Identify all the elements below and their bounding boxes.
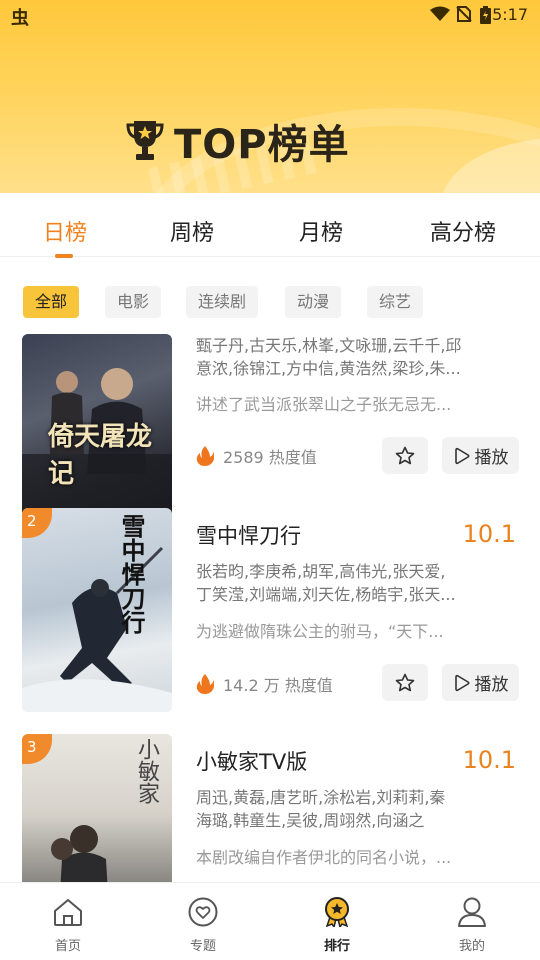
status-bar: 虫 5:17 — [0, 0, 540, 30]
category-filters: 全部 电影 连续剧 动漫 综艺 — [0, 282, 540, 324]
heat-text: 14.2 万 热度值 — [223, 676, 333, 695]
poster-title-art: 小敏家 — [134, 738, 159, 804]
cast-line: 丁笑滢,刘端端,刘天佐,杨皓宇,张天... — [196, 585, 456, 604]
filter-variety[interactable]: 综艺 — [367, 286, 424, 318]
filter-anime[interactable]: 动漫 — [285, 286, 342, 318]
list-item[interactable]: 雪中悍刀行 2 雪中悍刀行 10.1 张若昀,李庚希,胡军,高伟光,张天爱, 丁… — [0, 508, 540, 718]
cast-line: 周迅,黄磊,唐艺昕,涂松岩,刘莉莉,秦 — [196, 788, 446, 807]
ranking-list: 倚天屠龙记 甄子丹,古天乐,林峯,文咏珊,云千千,邱 意浓,徐锦江,方中信,黄浩… — [0, 330, 540, 882]
nav-home[interactable]: 首页 — [33, 897, 103, 954]
heat-value: 2589 热度值 — [196, 444, 317, 468]
home-icon — [54, 899, 82, 926]
user-icon — [458, 897, 486, 927]
heat-text: 2589 热度值 — [223, 448, 317, 467]
play-button[interactable]: 播放 — [442, 437, 519, 474]
description: 为逃避做隋珠公主的驸马，“天下... — [196, 622, 444, 641]
score: 10.1 — [462, 520, 516, 548]
title-text: TOP榜单 — [174, 122, 350, 168]
cast-line: 甄子丹,古天乐,林峯,文咏珊,云千千,邱 — [196, 336, 462, 355]
poster-image[interactable]: 雪中悍刀行 2 — [22, 508, 172, 712]
item-title[interactable]: 雪中悍刀行 — [196, 520, 301, 550]
nav-label: 首页 — [54, 939, 81, 954]
description: 讲述了武当派张翠山之子张无忌无... — [196, 395, 452, 414]
nav-label: 我的 — [458, 939, 485, 954]
page-title: TOP榜单 — [126, 112, 350, 170]
list-item[interactable]: 小敏家 3 小敏家TV版 10.1 周迅,黄磊,唐艺昕,涂松岩,刘莉莉,秦 海璐… — [0, 734, 540, 882]
flame-icon — [196, 446, 214, 466]
nav-profile[interactable]: 我的 — [437, 897, 507, 954]
active-tab-indicator — [55, 254, 73, 258]
poster-title-art: 雪中悍刀行 — [117, 514, 146, 634]
description: 本剧改编自作者伊北的同名小说，... — [196, 848, 452, 867]
header-banner: 虫 5:17 TOP榜单 — [0, 0, 540, 193]
play-button[interactable]: 播放 — [442, 664, 519, 701]
poster-title-art: 倚天屠龙记 — [48, 422, 153, 489]
nav-label: 排行 — [323, 939, 350, 954]
cast-list: 甄子丹,古天乐,林峯,文咏珊,云千千,邱 意浓,徐锦江,方中信,黄浩然,梁珍,朱… — [196, 334, 486, 380]
ranking-tabs: 日榜 周榜 月榜 高分榜 — [0, 193, 540, 257]
star-icon — [395, 446, 415, 464]
battery-icon — [480, 6, 491, 24]
score: 10.1 — [462, 746, 516, 774]
nav-label: 专题 — [189, 939, 216, 954]
tab-weekly[interactable]: 周榜 — [170, 215, 214, 247]
play-icon — [454, 674, 470, 691]
play-icon — [454, 447, 470, 464]
no-sim-icon — [456, 6, 472, 22]
list-item[interactable]: 倚天屠龙记 甄子丹,古天乐,林峯,文咏珊,云千千,邱 意浓,徐锦江,方中信,黄浩… — [0, 330, 540, 538]
play-label: 播放 — [474, 675, 509, 695]
nav-ranking[interactable]: 排行 — [302, 897, 372, 954]
flame-icon — [196, 674, 214, 694]
tab-daily[interactable]: 日榜 — [43, 215, 87, 247]
cast-line: 海璐,韩童生,吴彼,周翊然,向涵之 — [196, 811, 425, 830]
poster-image[interactable]: 小敏家 3 — [22, 734, 172, 882]
poster-art — [22, 546, 172, 712]
nav-topics[interactable]: 专题 — [168, 897, 238, 954]
favorite-button[interactable] — [382, 664, 428, 701]
app-notification-icon: 虫 — [11, 8, 29, 29]
filter-movie[interactable]: 电影 — [105, 286, 162, 318]
heart-icon — [188, 897, 218, 927]
clock: 5:17 — [492, 5, 528, 24]
medal-icon — [325, 897, 349, 929]
filter-all[interactable]: 全部 — [23, 286, 80, 318]
cast-line: 张若昀,李庚希,胡军,高伟光,张天爱, — [196, 562, 446, 581]
item-title[interactable]: 小敏家TV版 — [196, 746, 307, 776]
cast-line: 意浓,徐锦江,方中信,黄浩然,梁珍,朱... — [196, 359, 461, 378]
favorite-button[interactable] — [382, 437, 428, 474]
bottom-navigation: 首页 专题 排行 我的 — [0, 882, 540, 960]
trophy-icon — [126, 121, 164, 160]
tab-monthly[interactable]: 月榜 — [299, 215, 343, 247]
play-label: 播放 — [474, 448, 509, 468]
wifi-icon — [430, 6, 450, 21]
tab-top-rated[interactable]: 高分榜 — [430, 215, 496, 247]
heat-value: 14.2 万 热度值 — [196, 672, 333, 696]
filter-series[interactable]: 连续剧 — [186, 286, 259, 318]
cast-list: 周迅,黄磊,唐艺昕,涂松岩,刘莉莉,秦 海璐,韩童生,吴彼,周翊然,向涵之 — [196, 786, 486, 832]
cast-list: 张若昀,李庚希,胡军,高伟光,张天爱, 丁笑滢,刘端端,刘天佐,杨皓宇,张天..… — [196, 560, 486, 606]
star-icon — [395, 673, 415, 691]
